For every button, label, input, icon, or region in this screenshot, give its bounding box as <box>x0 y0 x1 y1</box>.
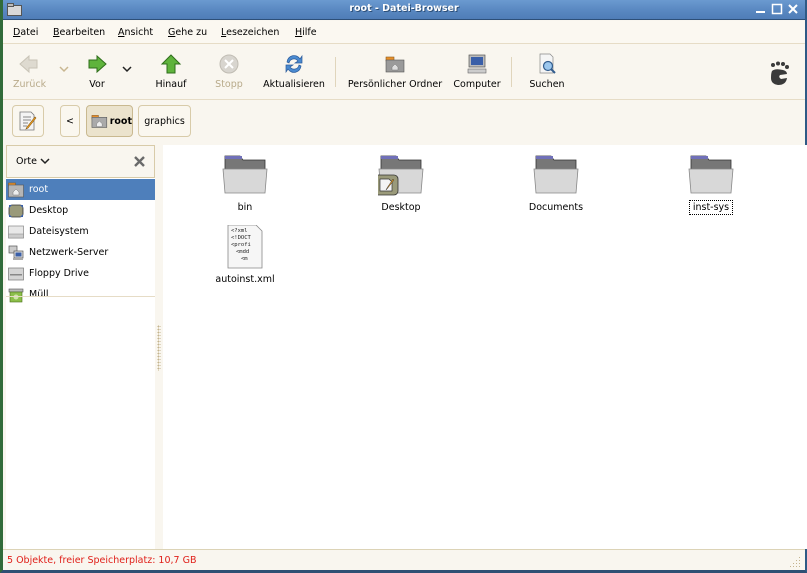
pane-splitter[interactable] <box>155 145 163 549</box>
status-bar: 5 Objekte, freier Speicherplatz: 10,7 GB <box>3 549 805 570</box>
computer-icon <box>467 54 487 74</box>
title-bar[interactable]: root - Datei-Browser <box>3 0 805 20</box>
reload-icon <box>285 54 303 74</box>
sidebar-divider <box>6 296 155 297</box>
harddisk-icon <box>8 225 24 238</box>
sidebar: Orte root Desktop Dateisystem Netzwerk-S… <box>6 145 156 549</box>
search-icon <box>539 53 556 74</box>
home-folder-icon <box>385 56 405 73</box>
forward-history-dropdown-icon[interactable] <box>122 65 132 73</box>
trash-icon <box>8 288 24 302</box>
folder-icon <box>688 155 734 194</box>
edit-location-icon <box>19 111 37 131</box>
breadcrumb-root[interactable]: root <box>86 105 133 137</box>
sidebar-item-dateisystem[interactable]: Dateisystem <box>6 221 155 242</box>
file-item-bin[interactable]: bin <box>200 153 290 214</box>
menu-gehe-zu[interactable]: Gehe zu <box>168 27 207 38</box>
splitter-grip-icon <box>157 325 161 371</box>
sidebar-item-root[interactable]: root <box>6 179 155 200</box>
toolbar: Zurück Vor Hinauf Stopp Aktualisieren Pe… <box>3 45 805 100</box>
sidebar-item-netzwerk-server[interactable]: Netzwerk-Server <box>6 242 155 263</box>
xml-preview-line: <!DOCT <box>231 235 252 241</box>
file-item-inst-sys[interactable]: inst-sys <box>666 153 756 215</box>
path-scroll-left-button[interactable]: < <box>60 105 80 137</box>
home-folder-icon <box>8 182 24 197</box>
sidebar-header: Orte <box>6 145 155 178</box>
menu-datei[interactable]: Datei <box>13 27 38 38</box>
arrow-left-icon <box>19 54 38 74</box>
close-icon[interactable] <box>133 155 146 168</box>
xml-preview-line: <m <box>241 256 248 262</box>
file-browser-window: root - Datei-Browser Datei Bearbeiten An… <box>0 0 807 573</box>
location-bar: < root graphics <box>3 101 805 143</box>
toolbar-separator <box>511 57 512 87</box>
xml-preview-line: <mdd <box>236 249 249 255</box>
sidebar-item-floppy-drive[interactable]: Floppy Drive <box>6 263 155 284</box>
toolbar-separator <box>335 57 336 87</box>
chevron-down-icon[interactable] <box>40 158 50 165</box>
file-item-documents[interactable]: Documents <box>511 153 601 214</box>
back-history-dropdown-icon[interactable] <box>59 65 69 73</box>
arrow-up-icon <box>160 54 182 74</box>
up-button[interactable]: Hinauf <box>153 53 189 90</box>
minimize-icon[interactable] <box>755 3 767 15</box>
close-icon[interactable] <box>787 3 799 15</box>
status-text: 5 Objekte, freier Speicherplatz: 10,7 GB <box>7 555 197 566</box>
menu-bar: Datei Bearbeiten Ansicht Gehe zu Lesezei… <box>3 21 805 44</box>
back-button[interactable]: Zurück <box>13 53 46 90</box>
file-item-autoinst-xml[interactable]: <?xml <!DOCT <profi <mdd <m autoinst.xml <box>200 225 290 286</box>
computer-button[interactable]: Computer <box>453 53 501 90</box>
file-view[interactable]: bin Desktop Documents inst-sys <?xml <!D… <box>163 145 807 549</box>
xml-preview-line: <?xml <box>231 228 248 234</box>
toggle-location-entry-button[interactable] <box>12 105 44 137</box>
xml-file-icon: <?xml <!DOCT <profi <mdd <m <box>227 225 263 269</box>
menu-ansicht[interactable]: Ansicht <box>118 27 153 38</box>
file-item-desktop[interactable]: Desktop <box>356 153 446 214</box>
forward-button[interactable]: Vor <box>85 53 109 90</box>
home-folder-icon <box>91 115 108 128</box>
stop-button[interactable]: Stopp <box>213 53 245 90</box>
menu-lesezeichen[interactable]: Lesezeichen <box>221 27 279 38</box>
xml-preview-line: <profi <box>231 242 251 248</box>
floppy-icon <box>8 267 24 280</box>
arrow-right-icon <box>88 54 107 74</box>
reload-button[interactable]: Aktualisieren <box>262 53 326 90</box>
stop-icon <box>219 54 239 74</box>
places-list: root Desktop Dateisystem Netzwerk-Server… <box>6 179 155 305</box>
breadcrumb-graphics[interactable]: graphics <box>138 105 191 137</box>
sidebar-item-muell[interactable]: Müll <box>6 284 155 305</box>
folder-icon <box>533 155 579 194</box>
maximize-icon[interactable] <box>771 3 783 15</box>
search-button[interactable]: Suchen <box>527 53 567 90</box>
menu-bearbeiten[interactable]: Bearbeiten <box>53 27 105 38</box>
network-icon <box>8 245 24 260</box>
resize-grip-icon[interactable] <box>789 555 801 567</box>
home-folder-button[interactable]: Persönlicher Ordner <box>347 53 443 90</box>
sidebar-item-desktop[interactable]: Desktop <box>6 200 155 221</box>
sidebar-type-selector[interactable]: Orte <box>16 156 37 167</box>
desktop-icon <box>8 204 24 217</box>
folder-icon <box>222 155 268 194</box>
window-title: root - Datei-Browser <box>349 3 459 14</box>
menu-hilfe[interactable]: Hilfe <box>295 27 317 38</box>
gnome-foot-icon <box>771 61 789 85</box>
folder-icon <box>378 155 424 196</box>
